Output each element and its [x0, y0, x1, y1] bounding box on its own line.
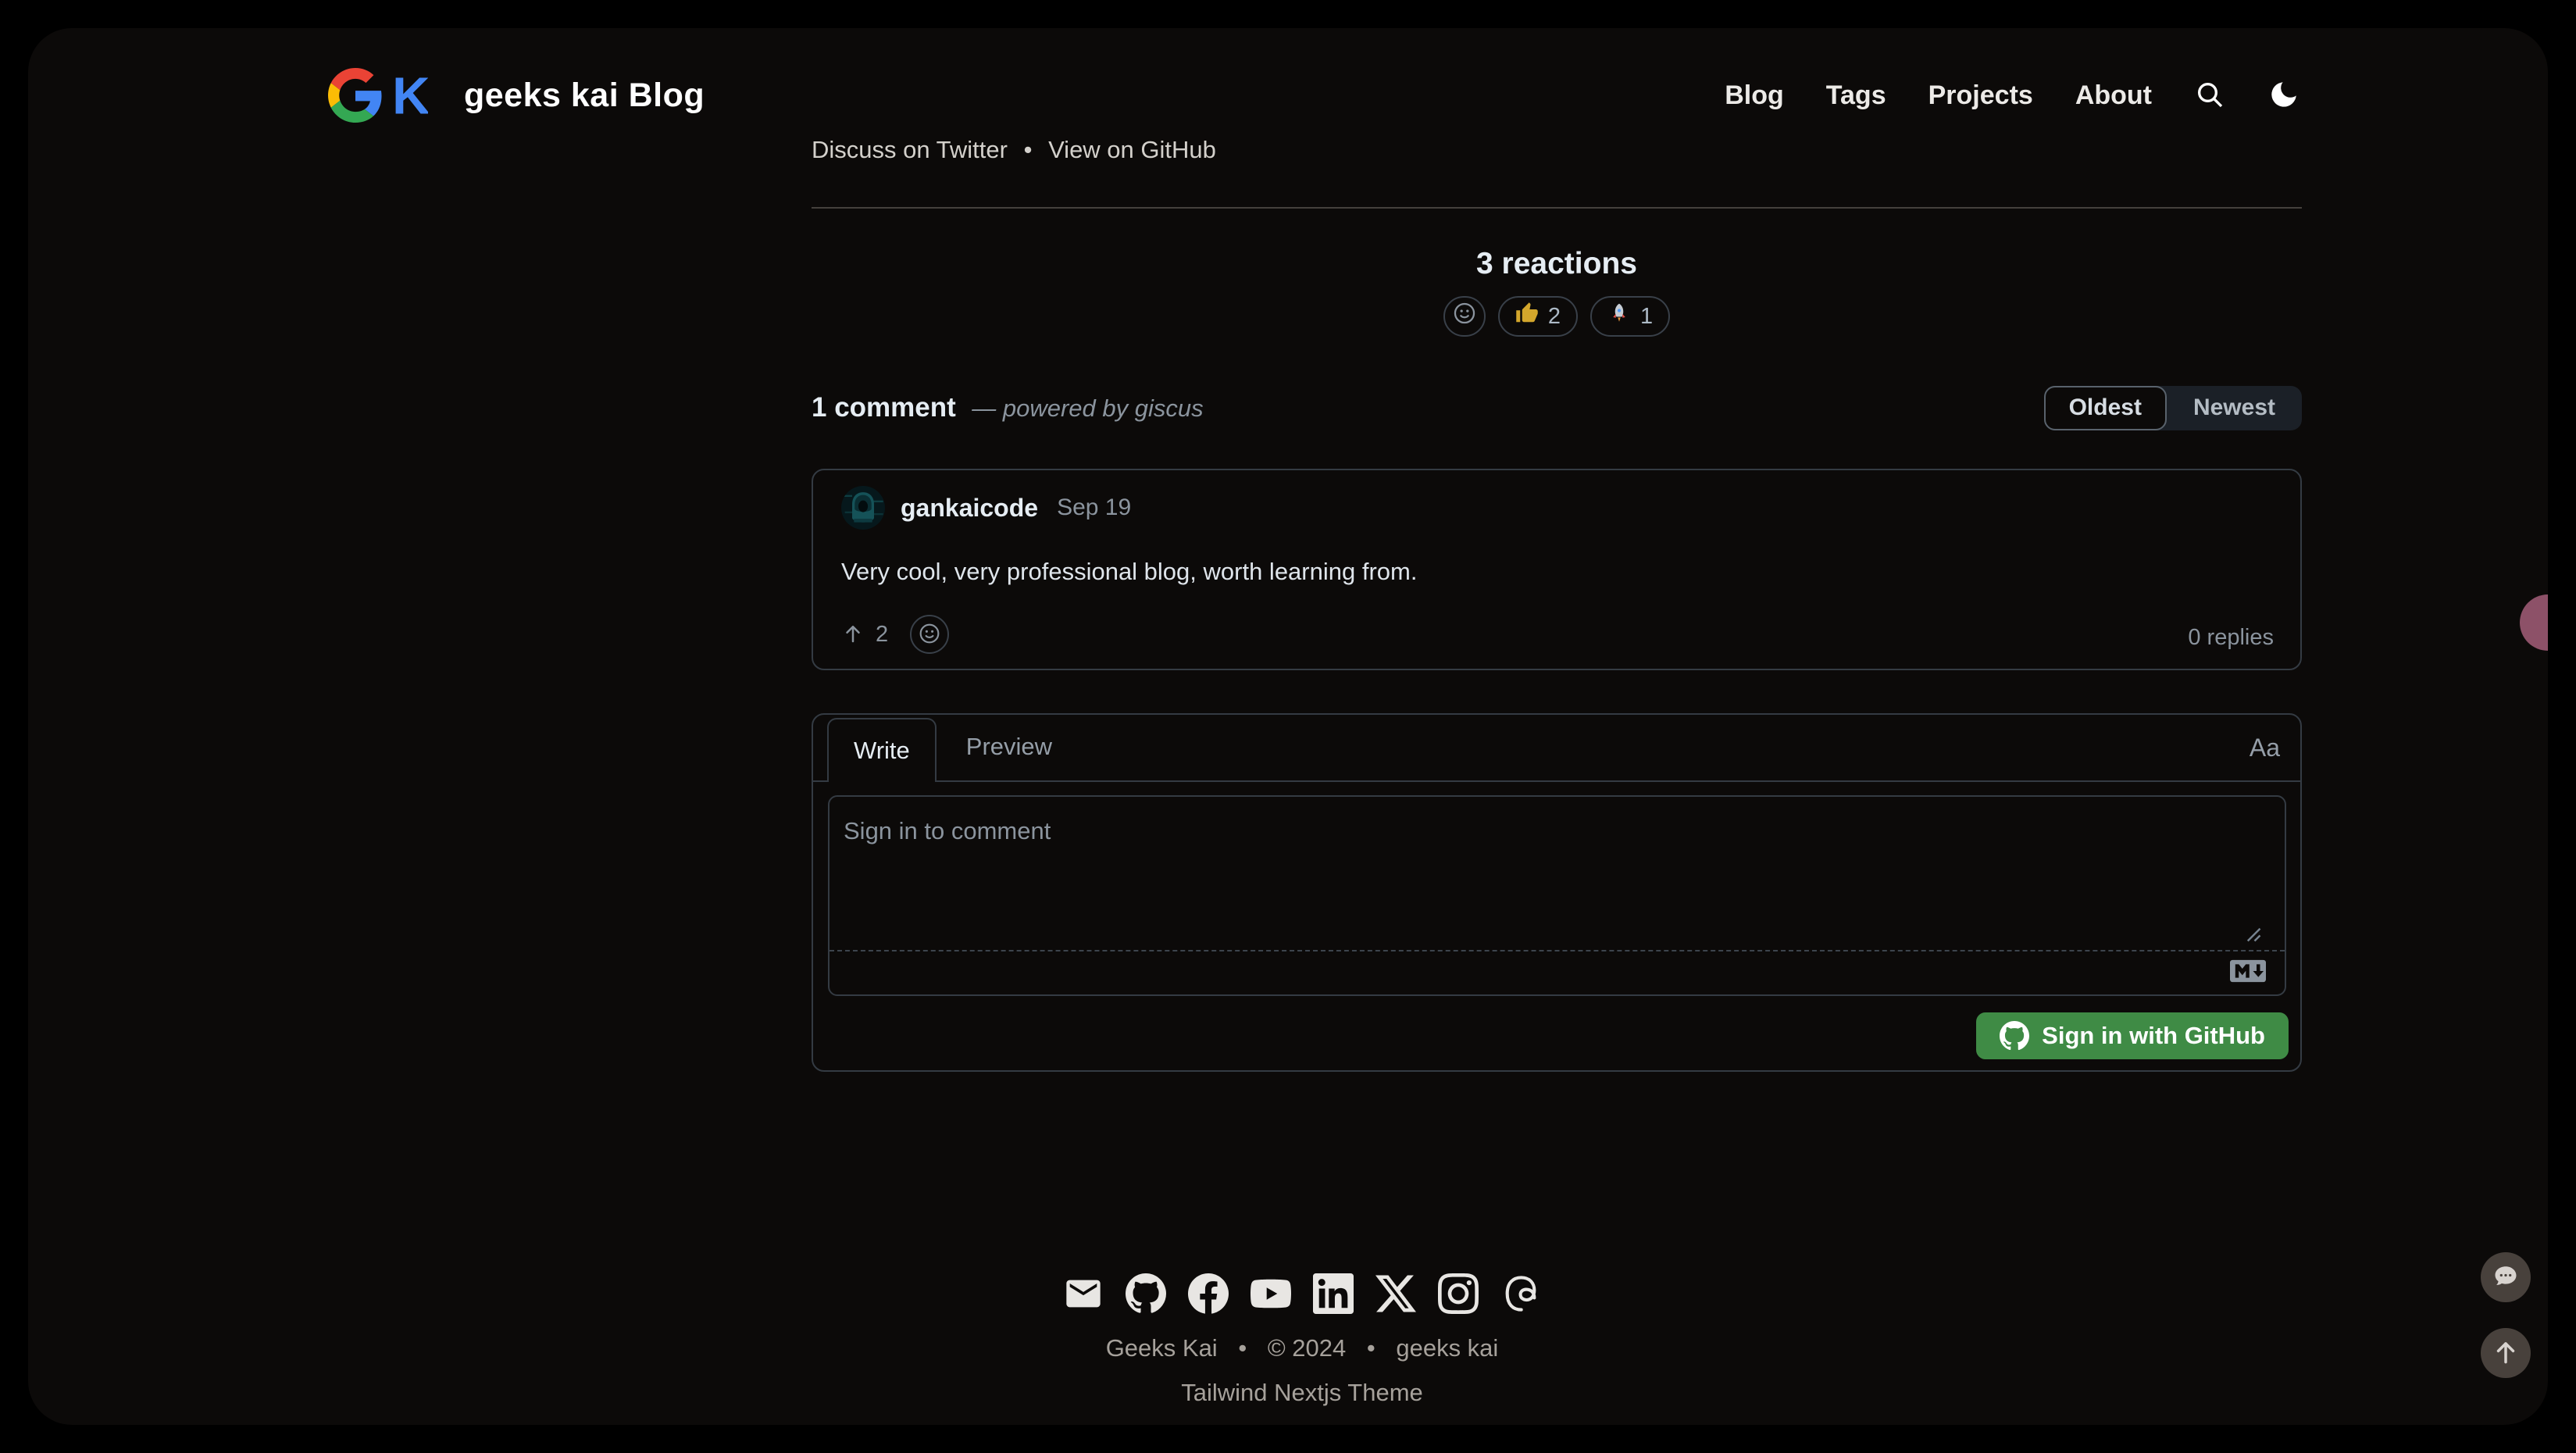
- pink-notification-bubble[interactable]: [2520, 594, 2548, 651]
- up-arrow-icon: [841, 622, 865, 648]
- nav-link-tags[interactable]: Tags: [1826, 80, 1886, 111]
- github-icon: [2000, 1021, 2030, 1051]
- comment-body: Very cool, very professional blog, worth…: [841, 558, 1418, 585]
- chat-bubble-icon: [2492, 1262, 2520, 1293]
- reactions-title: 3 reactions: [1476, 247, 1637, 280]
- share-links: Discuss on Twitter • View on GitHub: [812, 136, 1216, 164]
- scroll-to-top-button[interactable]: [2481, 1328, 2531, 1378]
- comment-actions: 2: [841, 614, 950, 655]
- footer-year: © 2024: [1267, 1334, 1347, 1362]
- comment-date[interactable]: Sep 19: [1057, 494, 1131, 521]
- social-threads-icon[interactable]: [1500, 1273, 1541, 1314]
- moon-icon: [2267, 78, 2300, 113]
- reaction-rocket-button[interactable]: 1: [1590, 296, 1671, 337]
- article-footer-section: Discuss on Twitter • View on GitHub 3 re…: [812, 133, 2302, 1117]
- upvote-count: 2: [876, 621, 889, 647]
- replies-count: 0 replies: [2188, 625, 2274, 650]
- reaction-thumbs-up-button[interactable]: 2: [1497, 296, 1578, 337]
- textarea-placeholder: Sign in to comment: [844, 817, 1051, 844]
- chat-widget-button[interactable]: [2481, 1252, 2531, 1302]
- top-nav: Blog Tags Projects About: [1725, 78, 2300, 113]
- reactions-row: 2 1: [812, 296, 2302, 337]
- search-icon: [2194, 79, 2225, 112]
- theme-link[interactable]: Tailwind Nextjs Theme: [1181, 1379, 1423, 1406]
- nav-link-blog[interactable]: Blog: [1725, 80, 1784, 111]
- sign-in-label: Sign in with GitHub: [2042, 1022, 2265, 1049]
- footer-theme: Tailwind Nextjs Theme: [56, 1379, 2548, 1407]
- social-instagram-icon[interactable]: [1438, 1273, 1479, 1314]
- comment-head: gankaicode Sep 19: [841, 486, 1131, 530]
- page: K geeks kai Blog Blog Tags Projects Abou…: [28, 28, 2548, 1425]
- search-button[interactable]: [2194, 79, 2225, 112]
- comment-count: 1 comment: [812, 392, 956, 423]
- editor-toolbar: [830, 951, 2285, 994]
- social-facebook-icon[interactable]: [1188, 1273, 1229, 1314]
- markdown-icon[interactable]: [2230, 959, 2266, 987]
- comments-header: 1 comment — powered by giscus Oldest New…: [812, 385, 2302, 430]
- gk-logo-icon: K: [328, 68, 428, 123]
- social-linkedin-icon[interactable]: [1313, 1273, 1354, 1314]
- divider: [812, 207, 2302, 209]
- social-youtube-icon[interactable]: [1251, 1273, 1291, 1314]
- footer-author-link[interactable]: geeks kai: [1396, 1334, 1498, 1362]
- text-formatting-toggle[interactable]: Aa: [2250, 734, 2300, 762]
- social-mail-icon[interactable]: [1063, 1273, 1104, 1314]
- svg-text:K: K: [392, 68, 428, 123]
- thumbs-up-icon: [1515, 302, 1539, 331]
- social-github-icon[interactable]: [1126, 1273, 1166, 1314]
- smiley-icon: [917, 621, 942, 648]
- footer-separator: •: [1366, 1334, 1375, 1362]
- theme-toggle-button[interactable]: [2267, 78, 2300, 113]
- sort-toggle: Oldest Newest: [2043, 385, 2302, 430]
- footer-separator: •: [1238, 1334, 1247, 1362]
- comment-add-reaction-button[interactable]: [910, 615, 950, 654]
- avatar[interactable]: [841, 486, 885, 530]
- view-github-link[interactable]: View on GitHub: [1048, 136, 1216, 163]
- comment-textarea[interactable]: Sign in to comment: [828, 795, 2286, 996]
- editor-tabbar: Write Preview Aa: [813, 715, 2300, 782]
- social-x-icon[interactable]: [1375, 1273, 1416, 1314]
- reaction-count: 1: [1640, 303, 1654, 329]
- sign-in-github-button[interactable]: Sign in with GitHub: [1976, 1012, 2289, 1059]
- rocket-icon: [1607, 302, 1631, 331]
- sort-newest-button[interactable]: Newest: [2167, 386, 2302, 430]
- discuss-twitter-link[interactable]: Discuss on Twitter: [812, 136, 1008, 163]
- tab-write[interactable]: Write: [827, 718, 937, 782]
- nav-link-projects[interactable]: Projects: [1928, 80, 2033, 111]
- tab-preview[interactable]: Preview: [937, 713, 1082, 780]
- site-logo-link[interactable]: K geeks kai Blog: [328, 68, 705, 123]
- arrow-up-icon: [2491, 1337, 2521, 1369]
- footer-copyright: Geeks Kai • © 2024 • geeks kai: [56, 1334, 2548, 1362]
- smiley-icon: [1451, 300, 1478, 333]
- comment-editor-card: Write Preview Aa Sign in to comment Sign…: [812, 713, 2302, 1072]
- header: K geeks kai Blog Blog Tags Projects Abou…: [328, 59, 2300, 131]
- reaction-count: 2: [1547, 303, 1561, 329]
- site-title: geeks kai Blog: [464, 76, 705, 114]
- nav-link-about[interactable]: About: [2075, 80, 2152, 111]
- resize-handle[interactable]: [2241, 922, 2263, 948]
- footer-site-link[interactable]: Geeks Kai: [1106, 1334, 1218, 1362]
- add-reaction-button[interactable]: [1443, 296, 1486, 337]
- comment-author[interactable]: gankaicode: [901, 494, 1038, 523]
- footer-social-icons: [56, 1273, 2548, 1314]
- powered-by-giscus: — powered by giscus: [972, 394, 1204, 422]
- share-separator: •: [1023, 136, 1033, 163]
- upvote-button[interactable]: [841, 622, 865, 648]
- comment-card: gankaicode Sep 19 Very cool, very profes…: [812, 469, 2302, 670]
- sort-oldest-button[interactable]: Oldest: [2043, 385, 2167, 430]
